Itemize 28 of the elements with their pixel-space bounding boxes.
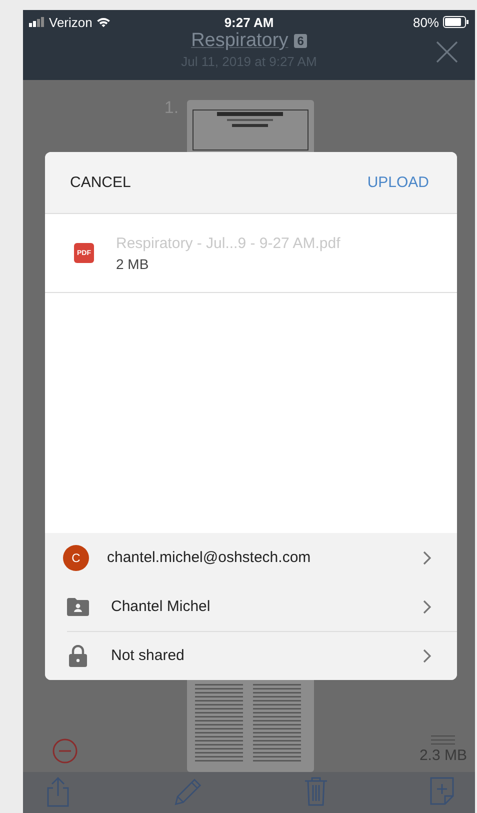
signal-icon — [29, 17, 45, 27]
account-avatar: C — [63, 544, 89, 570]
cancel-button[interactable]: CANCEL — [70, 174, 131, 191]
wifi-icon — [96, 16, 112, 28]
destination-label: Chantel Michel — [111, 598, 212, 615]
chevron-right-icon — [423, 600, 431, 614]
page-count-badge: 6 — [294, 34, 307, 48]
pencil-icon[interactable] — [172, 776, 202, 806]
chevron-right-icon — [423, 550, 431, 564]
close-icon[interactable] — [435, 40, 459, 64]
carrier-name: Verizon — [49, 14, 92, 30]
share-icon[interactable] — [45, 776, 71, 808]
trash-icon[interactable] — [304, 776, 328, 806]
chevron-right-icon — [423, 648, 431, 662]
remove-circle-icon[interactable] — [52, 738, 78, 764]
file-size: 2 MB — [116, 256, 150, 272]
destination-row[interactable]: Not shared — [45, 631, 457, 680]
destination-label: Not shared — [111, 647, 186, 664]
document-title: Respiratory — [191, 30, 288, 52]
battery-icon — [443, 16, 469, 28]
destination-label: chantel.michel@oshstech.com — [107, 549, 312, 566]
lines-icon — [431, 735, 456, 745]
destination-row[interactable]: Chantel Michel — [45, 582, 457, 631]
shared-folder-icon — [65, 598, 91, 616]
add-page-icon[interactable] — [428, 776, 455, 806]
clock-time: 9:27 AM — [223, 14, 275, 30]
battery-percent: 80% — [412, 14, 439, 30]
destination-row[interactable]: C chantel.michel@oshstech.com — [45, 533, 457, 582]
